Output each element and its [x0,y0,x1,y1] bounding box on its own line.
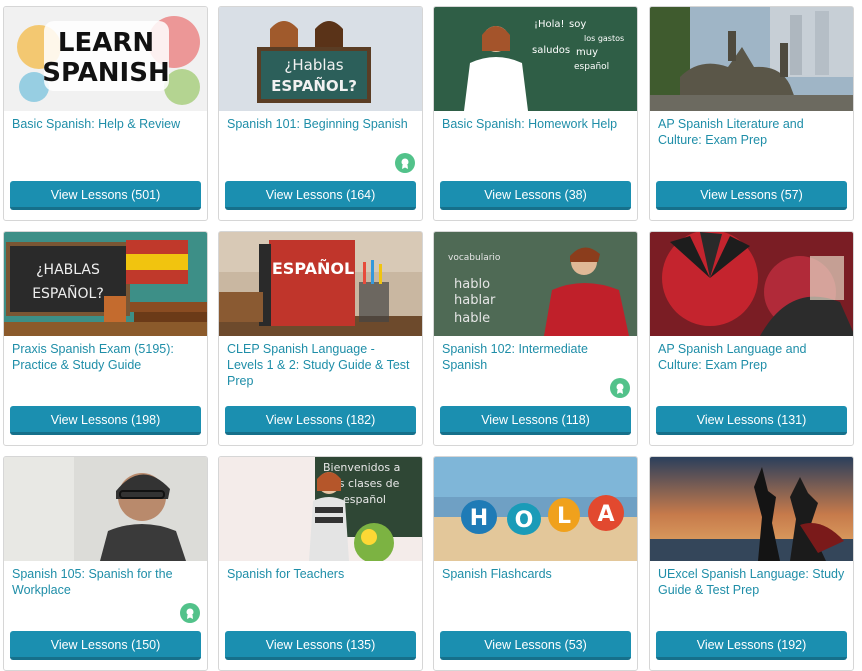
course-card[interactable]: LEARN SPANISH Basic Spanish: Help & Revi… [3,6,208,221]
view-lessons-button[interactable]: View Lessons (192) [656,631,847,660]
thumb-text: hablar [454,293,496,308]
view-lessons-button[interactable]: View Lessons (182) [225,406,416,435]
thumb-text: SPANISH [42,58,169,88]
thumb-text: ¿Hablas [284,56,343,74]
view-lessons-button[interactable]: View Lessons (198) [10,406,201,435]
course-card[interactable]: H O L A Spanish Flashcards View Lessons … [433,456,638,671]
thumb-text: LEARN [58,28,154,58]
course-title-link[interactable]: Spanish Flashcards [442,566,629,582]
view-lessons-button[interactable]: View Lessons (131) [656,406,847,435]
course-card[interactable]: AP Spanish Language and Culture: Exam Pr… [649,231,854,446]
course-thumbnail[interactable]: ¡Hola! soy los gastos saludos muy españo… [434,7,637,111]
course-title-link[interactable]: Praxis Spanish Exam (5195): Practice & S… [12,341,199,373]
badge-icon [180,603,200,623]
course-thumbnail[interactable]: Bienvenidos a las clases de español [219,457,422,561]
course-title-link[interactable]: Spanish 102: Intermediate Spanish [442,341,629,373]
view-lessons-button[interactable]: View Lessons (150) [10,631,201,660]
course-grid: LEARN SPANISH Basic Spanish: Help & Revi… [0,0,862,671]
course-card[interactable]: ¡Hola! soy los gastos saludos muy españo… [433,6,638,221]
course-title-link[interactable]: AP Spanish Language and Culture: Exam Pr… [658,341,845,373]
thumb-text: H [470,506,488,531]
course-card[interactable]: Bienvenidos a las clases de español Span… [218,456,423,671]
view-lessons-button[interactable]: View Lessons (53) [440,631,631,660]
thumb-text: español [343,493,386,506]
badge-icon [610,378,630,398]
thumb-text: vocabulario [448,253,501,263]
course-thumbnail[interactable] [650,232,853,336]
badge-icon [395,153,415,173]
thumb-text: ¡Hola! [534,19,565,30]
thumb-text: A [597,502,614,527]
course-thumbnail[interactable]: H O L A [434,457,637,561]
thumb-text: ESPAÑOL? [271,76,357,95]
course-card[interactable]: UExcel Spanish Language: Study Guide & T… [649,456,854,671]
course-title-link[interactable]: Spanish 101: Beginning Spanish [227,116,414,132]
course-title-link[interactable]: CLEP Spanish Language - Levels 1 & 2: St… [227,341,414,389]
thumb-text: L [557,504,571,529]
view-lessons-button[interactable]: View Lessons (118) [440,406,631,435]
thumb-text: muy [576,47,598,58]
course-card[interactable]: ESPAÑOL CLEP Spanish Language - Levels 1… [218,231,423,446]
thumb-text: ¿HABLAS [36,262,100,278]
thumb-text: Bienvenidos a [323,461,400,474]
course-thumbnail[interactable] [650,7,853,111]
course-card[interactable]: vocabulario hablo hablar hable Spanish 1… [433,231,638,446]
view-lessons-button[interactable]: View Lessons (501) [10,181,201,210]
view-lessons-button[interactable]: View Lessons (38) [440,181,631,210]
course-card[interactable]: ¿HABLAS ESPAÑOL? Praxis Spanish Exam (51… [3,231,208,446]
course-thumbnail[interactable]: LEARN SPANISH [4,7,207,111]
thumb-text: hablo [454,277,490,292]
course-thumbnail[interactable] [650,457,853,561]
course-title-link[interactable]: UExcel Spanish Language: Study Guide & T… [658,566,845,598]
view-lessons-button[interactable]: View Lessons (164) [225,181,416,210]
course-title-link[interactable]: Spanish for Teachers [227,566,414,582]
view-lessons-button[interactable]: View Lessons (135) [225,631,416,660]
thumb-text: saludos [532,45,570,56]
course-thumbnail[interactable]: ESPAÑOL [219,232,422,336]
thumb-text: ESPAÑOL [272,259,354,278]
course-card[interactable]: AP Spanish Literature and Culture: Exam … [649,6,854,221]
course-thumbnail[interactable]: ¿Hablas ESPAÑOL? [219,7,422,111]
thumb-text: hable [454,311,490,326]
course-title-link[interactable]: Spanish 105: Spanish for the Workplace [12,566,199,598]
course-thumbnail[interactable]: ¿HABLAS ESPAÑOL? [4,232,207,336]
thumb-text: soy [569,19,586,30]
course-card[interactable]: Spanish 105: Spanish for the Workplace V… [3,456,208,671]
course-title-link[interactable]: Basic Spanish: Homework Help [442,116,629,132]
thumb-text: ESPAÑOL? [32,285,104,302]
thumb-text: los gastos [584,34,624,43]
view-lessons-button[interactable]: View Lessons (57) [656,181,847,210]
course-title-link[interactable]: AP Spanish Literature and Culture: Exam … [658,116,845,148]
thumb-text: O [515,508,534,533]
course-thumbnail[interactable]: vocabulario hablo hablar hable [434,232,637,336]
course-card[interactable]: ¿Hablas ESPAÑOL? Spanish 101: Beginning … [218,6,423,221]
course-thumbnail[interactable] [4,457,207,561]
thumb-text: español [574,62,609,72]
course-title-link[interactable]: Basic Spanish: Help & Review [12,116,199,132]
